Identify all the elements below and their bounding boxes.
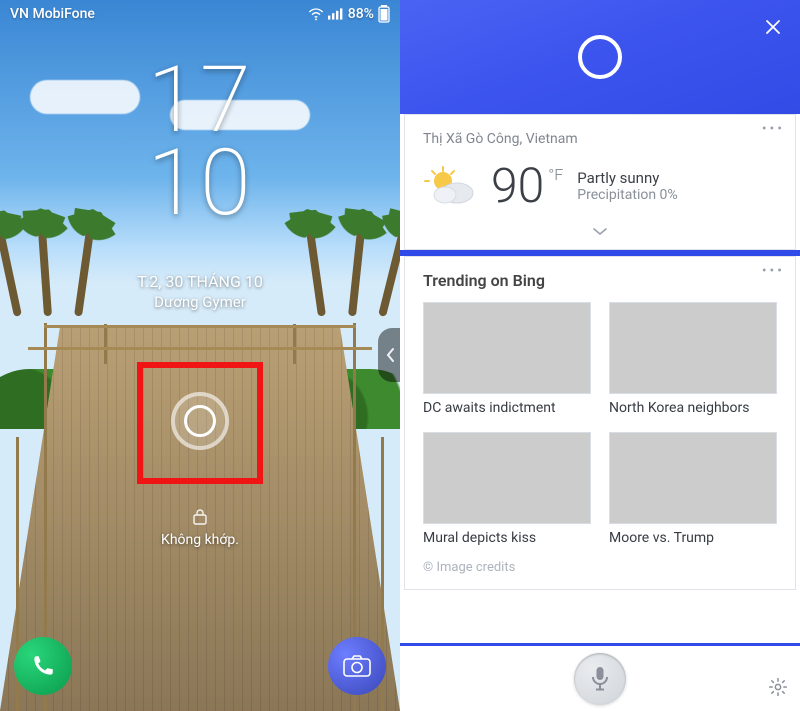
- lock-icon: [192, 508, 208, 526]
- mic-button[interactable]: [574, 653, 626, 705]
- lock-message: Không khớp.: [161, 532, 239, 548]
- trending-caption: Mural depicts kiss: [423, 530, 591, 546]
- partly-sunny-icon: [423, 165, 477, 207]
- close-button[interactable]: [760, 14, 786, 40]
- gear-icon: [768, 677, 788, 697]
- cortana-logo-icon: [578, 35, 622, 79]
- battery-icon: [378, 5, 390, 23]
- weather-expand[interactable]: [423, 222, 777, 241]
- cortana-ring-icon: [184, 405, 216, 437]
- weather-temp: 90: [491, 157, 544, 214]
- close-icon: [764, 18, 782, 36]
- cortana-lockscreen-button[interactable]: [171, 392, 229, 450]
- wifi-icon: [308, 7, 324, 21]
- camera-shortcut[interactable]: [328, 637, 386, 695]
- trending-item[interactable]: North Korea neighbors: [609, 302, 777, 416]
- trending-thumb: [609, 432, 777, 524]
- trending-card: ••• Trending on Bing DC awaits indictmen…: [404, 256, 796, 590]
- weather-unit: °F: [548, 165, 563, 184]
- trending-caption: Moore vs. Trump: [609, 530, 777, 546]
- trending-item[interactable]: DC awaits indictment: [423, 302, 591, 416]
- edge-panel-handle[interactable]: [378, 328, 400, 382]
- trending-caption: DC awaits indictment: [423, 400, 591, 416]
- signal-icon: [328, 7, 344, 21]
- settings-button[interactable]: [768, 677, 788, 701]
- trending-caption: North Korea neighbors: [609, 400, 777, 416]
- status-bar: VN MobiFone 88%: [0, 0, 400, 28]
- weather-card[interactable]: ••• Thị Xã Gò Công, Vietnam 90 °F: [404, 114, 796, 250]
- trending-thumb: [423, 432, 591, 524]
- date-line: T.2, 30 THÁNG 10: [0, 272, 400, 291]
- battery-percent: 88%: [348, 6, 374, 22]
- carrier-label: VN MobiFone: [10, 6, 95, 22]
- chevron-down-icon: [592, 227, 608, 237]
- trending-title: Trending on Bing: [423, 271, 777, 290]
- clock-minutes: 10: [0, 143, 400, 226]
- trending-thumb: [423, 302, 591, 394]
- trending-thumb: [609, 302, 777, 394]
- cortana-bottom-bar: [400, 643, 800, 711]
- phone-shortcut[interactable]: [14, 637, 72, 695]
- owner-name: Dương Gymer: [0, 293, 400, 311]
- microphone-icon: [590, 666, 610, 692]
- cortana-app: ••• Thị Xã Gò Công, Vietnam 90 °F: [400, 0, 800, 711]
- camera-icon: [343, 655, 371, 677]
- cortana-header: [400, 0, 800, 114]
- weather-condition: Partly sunny: [577, 169, 677, 187]
- trending-item[interactable]: Mural depicts kiss: [423, 432, 591, 546]
- weather-location: Thị Xã Gò Công, Vietnam: [423, 131, 777, 147]
- lockscreen: VN MobiFone 88% 17 10 T.2, 30 THÁNG 10 D…: [0, 0, 400, 711]
- lock-status: Không khớp.: [0, 508, 400, 548]
- lockscreen-clock: 17 10: [0, 60, 400, 226]
- phone-icon: [30, 653, 56, 679]
- trending-item[interactable]: Moore vs. Trump: [609, 432, 777, 546]
- weather-precip: Precipitation 0%: [577, 187, 677, 203]
- chevron-left-icon: [385, 347, 395, 363]
- lockscreen-date: T.2, 30 THÁNG 10 Dương Gymer: [0, 272, 400, 311]
- image-credits[interactable]: © Image credits: [423, 560, 777, 575]
- card-more-button[interactable]: •••: [762, 263, 785, 279]
- card-more-button[interactable]: •••: [762, 121, 785, 137]
